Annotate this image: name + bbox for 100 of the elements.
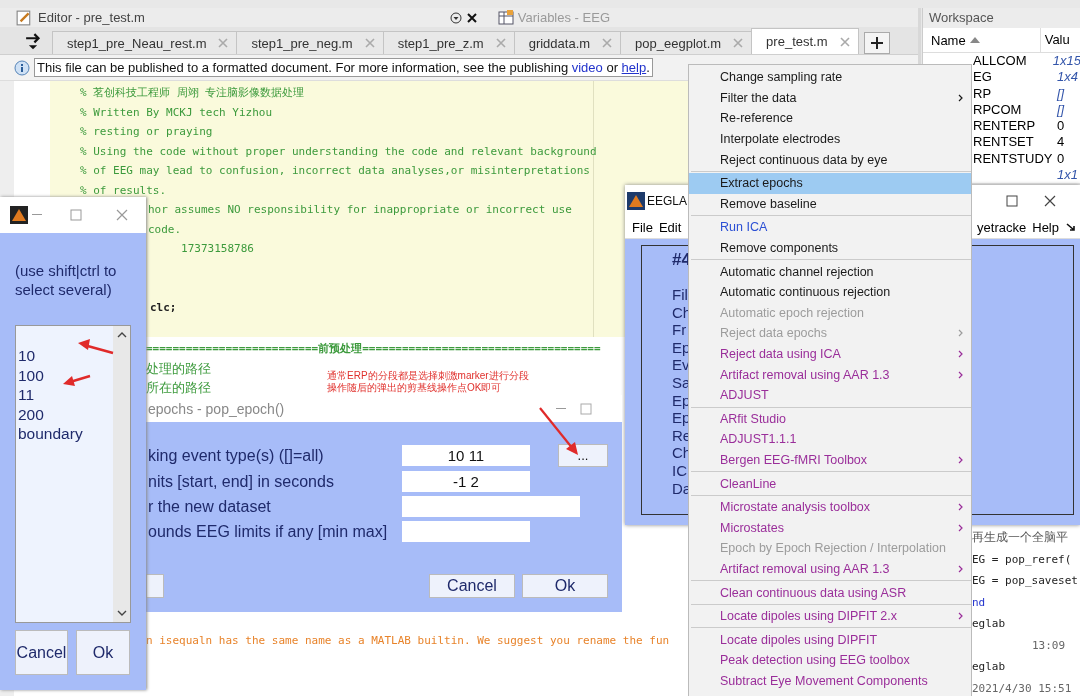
scroll-down-icon[interactable]	[116, 610, 127, 616]
close-icon[interactable]	[465, 11, 478, 24]
editor-icon	[16, 9, 32, 26]
menu-item[interactable]: Microstates	[689, 517, 971, 539]
variable-value: 0	[1057, 118, 1065, 135]
info-icon	[14, 59, 30, 76]
editor-tab[interactable]: griddata.m	[513, 31, 622, 54]
column-header[interactable]: Name	[931, 32, 966, 48]
menu-item[interactable]: Artifact removal using AAR 1.3	[689, 558, 971, 580]
menu-item[interactable]: Extract epochs	[689, 172, 971, 194]
code-line: % resting or praying	[80, 125, 213, 138]
instruction-text: (use shift|ctrl to select several)	[15, 261, 118, 299]
variable-name: ALLCOM	[973, 53, 1027, 68]
variable-value: 1x1	[1057, 167, 1078, 184]
help-button[interactable]	[146, 574, 164, 598]
variable-name: RENTERP	[973, 118, 1036, 134]
menu-item[interactable]: Locate dipoles using DIPFIT	[689, 629, 971, 651]
variable-value: []	[1057, 101, 1065, 119]
annotation-text: 通常ERP的分段都是选择刺激marker进行分段	[327, 370, 529, 382]
menu-item[interactable]: Interpolate electrodes	[689, 128, 971, 150]
list-item[interactable]: 200	[18, 404, 113, 425]
menu-item[interactable]: Automatic channel rejection	[689, 261, 971, 282]
menu-item[interactable]: Bergen EEG-fMRI Toolbox	[689, 449, 971, 471]
input-field[interactable]: 10 11	[402, 445, 530, 466]
menu-item[interactable]: Filter the data	[689, 87, 971, 109]
variable-name: EG	[973, 69, 992, 85]
variable-value: 1x4	[1057, 69, 1078, 86]
browse-button[interactable]: ...	[558, 444, 608, 467]
sort-ascending-icon	[969, 37, 980, 43]
list-item[interactable]: 100	[18, 365, 113, 386]
menu-item[interactable]: Change sampling rate	[689, 67, 971, 88]
menu-item[interactable]: ARfit Studio	[689, 408, 971, 430]
input-field[interactable]	[402, 496, 580, 517]
input-field[interactable]	[402, 521, 530, 542]
menu-item[interactable]: File	[632, 219, 653, 235]
input-field[interactable]: -1 2	[402, 471, 530, 492]
code-line: % Written By MCKJ tech Yizhou	[80, 105, 273, 119]
scroll-up-icon[interactable]	[116, 332, 127, 338]
editor-tab[interactable]: pop_eegplot.m	[620, 31, 753, 54]
command-line: EG = pop_reref(	[972, 552, 1073, 566]
minimize-icon[interactable]	[556, 407, 566, 410]
menu-item[interactable]: CleanLine	[689, 473, 971, 494]
menu-item[interactable]: yetracke	[977, 219, 1027, 235]
info-label: Fr	[672, 321, 687, 339]
menu-item[interactable]: Remove baseline	[689, 193, 971, 215]
close-icon[interactable]	[1044, 194, 1056, 207]
menu-item[interactable]: Subtract Eye Movement Components	[689, 670, 971, 692]
menu-item[interactable]: Run ICA	[689, 217, 971, 238]
menu-item[interactable]: Automatic continuous rejection	[689, 281, 971, 303]
menu-item[interactable]: Microstate analysis toolbox	[689, 496, 971, 518]
code-line: % of results.	[80, 183, 167, 197]
annotation-arrow	[78, 339, 114, 355]
code-line: ==========================前预处理====================================	[146, 342, 601, 355]
menu-item[interactable]: ADJUST	[689, 384, 971, 406]
scrollbar[interactable]	[113, 326, 130, 622]
maximize-icon[interactable]	[580, 402, 592, 415]
command-line: 再生成一个全脑平	[972, 530, 1068, 544]
add-tab-icon[interactable]	[863, 32, 890, 54]
code-line: 17373158786	[180, 242, 254, 255]
menu-item[interactable]: Edit	[658, 219, 682, 235]
code-line: 所在的路径	[146, 380, 211, 395]
info-label: IC	[672, 461, 687, 480]
window-title: Editor - pre_test.m	[38, 10, 145, 25]
minimize-icon[interactable]	[32, 214, 42, 216]
menu-item[interactable]: ADJUST1.1.1	[689, 429, 971, 450]
variable-value: 4	[1057, 134, 1065, 151]
list-item[interactable]: 11	[18, 385, 113, 405]
menu-item[interactable]: Help	[1032, 219, 1059, 235]
menu-item[interactable]: Clean continuous data using ASR	[689, 582, 971, 603]
editor-tab[interactable]: step1_pre_neg.m	[236, 31, 384, 54]
variable-name: RENTSET	[973, 134, 1034, 150]
dropdown-icon[interactable]	[449, 11, 462, 24]
cancel-button[interactable]: Cancel	[429, 574, 515, 598]
editor-tab[interactable]: step1_pre_z.m	[382, 31, 515, 54]
editor-tab[interactable]: step1_pre_Neau_rest.m	[52, 31, 238, 54]
code-line: hor assumes NO responsibility for inappropriate or incorrect use	[148, 203, 572, 216]
app-icon	[627, 191, 645, 210]
maximize-icon[interactable]	[70, 209, 82, 221]
video-link[interactable]: video	[571, 60, 603, 75]
cancel-button[interactable]: Cancel	[15, 630, 68, 675]
ok-button[interactable]: Ok	[522, 574, 608, 598]
list-item[interactable]: 10	[18, 346, 113, 366]
variable-name: RPCOM	[973, 101, 1022, 117]
arrow-icon[interactable]	[1065, 221, 1077, 233]
ok-button[interactable]: Ok	[76, 630, 130, 675]
editor-tab[interactable]: pre_test.m	[751, 28, 859, 54]
list-item[interactable]: boundary	[18, 424, 113, 444]
menu-item[interactable]: Reject continuous data by eye	[689, 149, 971, 170]
menu-item[interactable]: Artifact removal using AAR 1.3	[689, 364, 971, 385]
menu-item[interactable]: Locate dipoles using DIPFIT 2.x	[689, 605, 971, 627]
menu-item[interactable]: Remove components	[689, 237, 971, 259]
menu-item[interactable]: Peak detection using EEG toolbox	[689, 650, 971, 671]
code-line: % of EEG may lead to confusion, incorrect data analyses,or misinterpretations	[80, 164, 590, 177]
warning-message: n isequaln has the same name as a MATLAB builtin. We suggest you rename the fun	[146, 633, 670, 647]
menu-item[interactable]: Reject data using ICA	[689, 343, 971, 365]
variable-name: RENTSTUDY	[973, 150, 1053, 166]
menu-item[interactable]: Re-reference	[689, 108, 971, 129]
column-header[interactable]: Valu	[1039, 28, 1070, 52]
maximize-icon[interactable]	[1006, 194, 1018, 207]
field-label: nits [start, end] in seconds	[148, 472, 335, 491]
